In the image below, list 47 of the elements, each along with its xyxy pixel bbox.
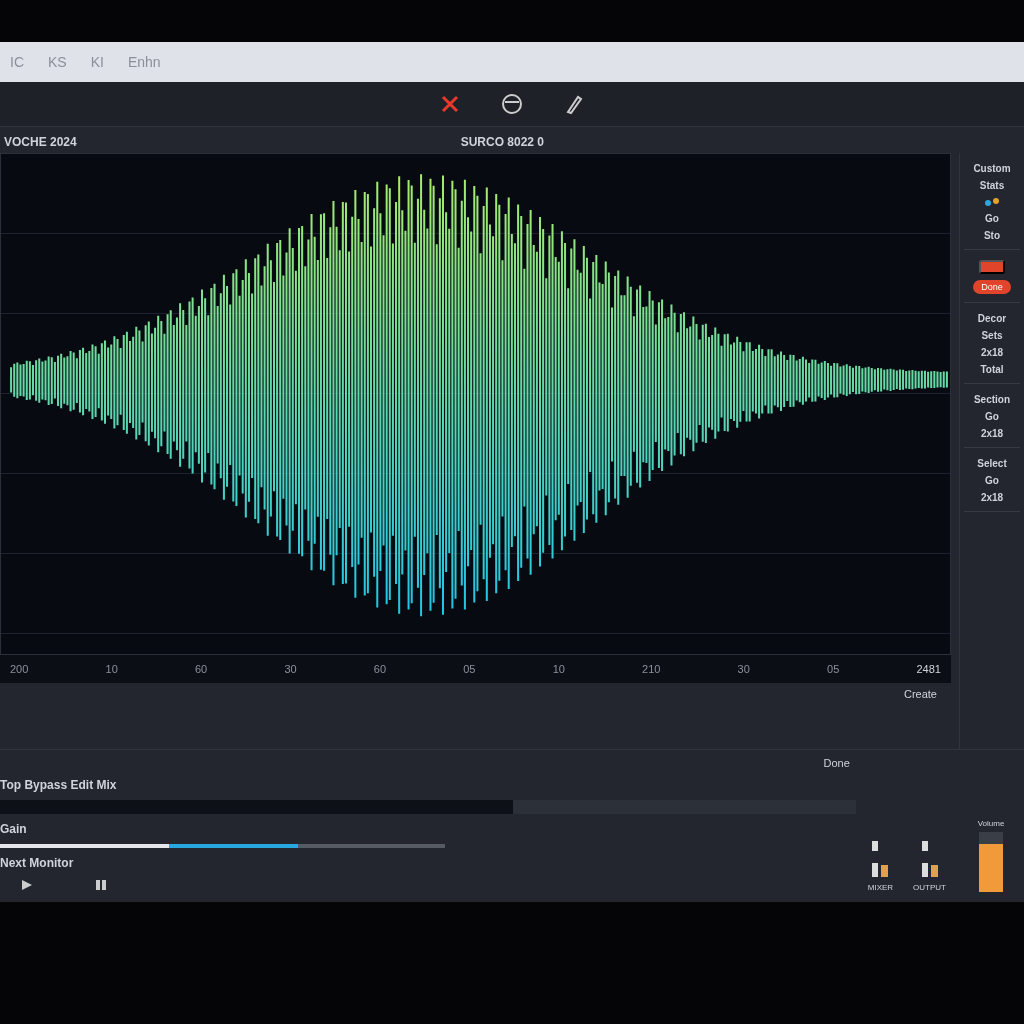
side-label: Decor <box>977 313 1007 324</box>
play-icon[interactable] <box>20 878 34 892</box>
time-label: 210 <box>642 663 661 675</box>
pen-icon[interactable] <box>563 93 585 115</box>
side-label: Total <box>980 364 1004 375</box>
level-meter-icon[interactable] <box>919 839 940 879</box>
fader-track[interactable] <box>979 832 1003 892</box>
time-label: 10 <box>552 663 565 675</box>
meter-label: MIXER <box>867 883 894 892</box>
side-label: 2x18 <box>980 492 1004 503</box>
time-label: 10 <box>105 663 118 675</box>
gain-label: Gain <box>0 822 28 836</box>
meter-label: OUTPUT <box>913 883 946 892</box>
effect-label: Top Bypass Edit Mix <box>0 778 118 792</box>
side-label: Custom <box>973 163 1011 174</box>
fader-label: Volume <box>977 819 1005 828</box>
side-label: Go <box>985 475 999 486</box>
side-label: Stats <box>979 180 1005 191</box>
time-label: 60 <box>373 663 387 675</box>
done-button[interactable]: Done <box>817 756 856 770</box>
time-label: 30 <box>737 663 750 675</box>
side-label: 2x18 <box>980 428 1004 439</box>
side-label: Sto <box>983 230 1001 241</box>
record-button[interactable] <box>979 260 1005 274</box>
time-label: 60 <box>194 663 208 675</box>
side-label: Go <box>985 411 999 422</box>
time-label: 05 <box>463 663 476 675</box>
done-button[interactable]: Done <box>973 280 1011 294</box>
side-label: Section <box>973 394 1011 405</box>
clip-label: SURCO 8022 0 <box>460 135 544 149</box>
monitor-label: Next Monitor <box>0 856 75 870</box>
side-label: Sets <box>981 330 1003 341</box>
level-meter-icon[interactable] <box>870 839 891 879</box>
track-title: VOCHE 2024 <box>3 135 77 149</box>
menu-item[interactable]: KS <box>48 54 67 70</box>
side-label: Go <box>985 213 999 224</box>
pause-icon[interactable] <box>94 878 108 892</box>
menu-item[interactable]: IC <box>10 54 24 70</box>
time-label: 200 <box>10 663 29 675</box>
menu-item[interactable]: KI <box>90 54 104 70</box>
menu-item[interactable]: Enhn <box>127 54 161 70</box>
time-label: 05 <box>827 663 840 675</box>
create-button[interactable]: Create <box>897 687 943 701</box>
side-label: Select <box>977 458 1007 469</box>
time-label: 2481 <box>916 663 941 675</box>
side-label: 2x18 <box>980 347 1004 358</box>
time-label: 30 <box>284 663 297 675</box>
